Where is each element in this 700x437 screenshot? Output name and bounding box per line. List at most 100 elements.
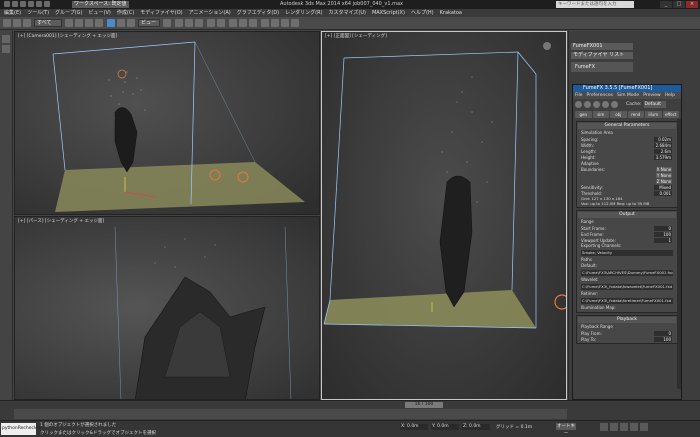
pivot-center-icon[interactable] xyxy=(163,19,171,27)
previous-frame-icon[interactable] xyxy=(610,423,618,431)
layer-manager-icon[interactable] xyxy=(229,19,237,27)
tab-effect[interactable]: effect xyxy=(662,111,679,118)
reference-coordinate-dropdown[interactable]: ビュー xyxy=(138,19,160,27)
preview-icon[interactable] xyxy=(611,101,618,108)
percent-snap-icon[interactable] xyxy=(195,19,203,27)
modifier-stack-item[interactable]: FumeFX xyxy=(571,62,633,72)
scale-icon[interactable] xyxy=(127,19,135,27)
viewport-label[interactable]: [+] [パース] [シェーディング + エッジ面] xyxy=(18,218,104,224)
retimer-sim-icon[interactable] xyxy=(602,101,609,108)
select-object-icon[interactable] xyxy=(65,19,73,27)
material-editor-icon[interactable] xyxy=(261,19,269,27)
y-coordinate[interactable]: Y: 0.0m xyxy=(431,424,459,430)
curve-editor-icon[interactable] xyxy=(239,19,247,27)
menu-views[interactable]: ビュー(V) xyxy=(89,9,111,17)
fumefx-menu-help[interactable]: Help xyxy=(665,92,675,99)
undo-icon[interactable] xyxy=(36,1,42,7)
minimize-icon[interactable]: _ xyxy=(660,1,672,8)
move-icon[interactable] xyxy=(107,19,115,27)
fumefx-scrollbar[interactable] xyxy=(677,119,681,389)
z-coordinate[interactable]: Z: 0.0m xyxy=(462,424,490,430)
front-viewport[interactable]: [+] [正面図] [シェーディング] xyxy=(321,31,567,400)
auto-key-button[interactable]: オートキー xyxy=(556,423,576,436)
viewport-update-input[interactable]: 1 xyxy=(654,237,672,243)
align-icon[interactable] xyxy=(217,19,225,27)
tool-icon[interactable] xyxy=(2,45,10,53)
play-to-input[interactable]: 100 xyxy=(654,336,672,342)
unlink-icon[interactable] xyxy=(13,19,21,27)
menu-krakatoa[interactable]: Krakatoa xyxy=(440,9,462,17)
tab-sim[interactable]: sim xyxy=(592,111,609,118)
tab-rend[interactable]: rend xyxy=(627,111,644,118)
snap-icon[interactable] xyxy=(175,19,183,27)
app-menu-icon[interactable] xyxy=(4,1,10,7)
viewport-label[interactable]: [+] [正面図] [シェーディング] xyxy=(325,33,387,39)
viewport-label[interactable]: [+] [Camera001] [シェーディング + エッジ面] xyxy=(18,33,117,39)
tab-gen[interactable]: gen xyxy=(575,111,592,118)
length-input[interactable]: 2.6m xyxy=(654,148,672,154)
x-coordinate[interactable]: X: 0.0m xyxy=(400,424,428,430)
workspace-dropdown[interactable]: ワークスペース: 既定値 xyxy=(72,1,129,8)
play-icon[interactable] xyxy=(620,423,628,431)
end-frame-input[interactable]: 100 xyxy=(654,231,672,237)
fumefx-menu-preferences[interactable]: Preferences xyxy=(587,92,613,99)
fumefx-menu-file[interactable]: File xyxy=(575,92,583,99)
schematic-view-icon[interactable] xyxy=(249,19,257,27)
new-file-icon[interactable] xyxy=(12,1,18,7)
mirror-icon[interactable] xyxy=(207,19,215,27)
link-icon[interactable] xyxy=(3,19,11,27)
boundary-z-button[interactable]: Z None xyxy=(656,178,672,184)
menu-create[interactable]: 作成(C) xyxy=(117,9,134,17)
retimer-path-field[interactable]: C:\Fume\FX3\_fxdata\fxretimer\FumeFX001.… xyxy=(581,298,673,304)
menu-help[interactable]: ヘルプ(H) xyxy=(411,9,434,17)
go-to-start-icon[interactable] xyxy=(600,423,608,431)
continue-sim-icon[interactable] xyxy=(584,101,591,108)
menu-animation[interactable]: アニメーション(A) xyxy=(189,9,231,17)
render-setup-icon[interactable] xyxy=(271,19,279,27)
boundary-y-button[interactable]: Y None xyxy=(656,172,672,178)
wavelet-sim-icon[interactable] xyxy=(593,101,600,108)
redo-icon[interactable] xyxy=(44,1,50,7)
modifier-list-dropdown[interactable]: モディファイヤ リスト xyxy=(571,52,633,59)
maximize-icon[interactable]: □ xyxy=(673,1,685,8)
go-to-end-icon[interactable] xyxy=(640,423,648,431)
adaptive-checkbox[interactable]: Adaptive xyxy=(578,161,676,166)
start-sim-icon[interactable] xyxy=(575,101,582,108)
tool-icon[interactable] xyxy=(2,35,10,43)
threshold-input[interactable]: 0.001 xyxy=(654,190,672,196)
rendered-frame-icon[interactable] xyxy=(281,19,289,27)
rectangle-selection-icon[interactable] xyxy=(85,19,93,27)
perspective-viewport[interactable]: [+] [パース] [シェーディング + エッジ面] xyxy=(14,216,320,400)
search-input[interactable]: キーワードまたは語句を入力 xyxy=(556,1,634,8)
menu-maxscript[interactable]: MAXScript(X) xyxy=(372,9,405,17)
open-file-icon[interactable] xyxy=(20,1,26,7)
rollout-header[interactable]: Playback xyxy=(578,317,676,323)
window-crossing-icon[interactable] xyxy=(95,19,103,27)
fumefx-menu-preview[interactable]: Preview xyxy=(643,92,661,99)
angle-snap-icon[interactable] xyxy=(185,19,193,27)
tab-obj[interactable]: obj xyxy=(610,111,627,118)
object-name-field[interactable]: FumeFX001 xyxy=(571,43,633,50)
rotate-icon[interactable] xyxy=(117,19,125,27)
menu-graph-editors[interactable]: グラフエディタ(D) xyxy=(237,9,279,17)
width-input[interactable]: 2.684m xyxy=(654,142,672,148)
menu-edit[interactable]: 編集(E) xyxy=(4,9,21,17)
maxscript-listener[interactable]: pythonRecheck.e xyxy=(1,423,41,435)
cache-dropdown[interactable]: Default xyxy=(643,101,666,108)
save-icon[interactable] xyxy=(28,1,34,7)
boundary-x-button[interactable]: X None xyxy=(656,166,672,172)
render-icon[interactable] xyxy=(291,19,299,27)
height-input[interactable]: 3.579m xyxy=(654,154,672,160)
menu-rendering[interactable]: レンダリング(R) xyxy=(285,9,322,17)
rollout-header[interactable]: General Parameters xyxy=(578,123,676,129)
spacing-input[interactable]: 0.02m xyxy=(654,136,672,142)
next-frame-icon[interactable] xyxy=(630,423,638,431)
fumefx-title-bar[interactable]: FumeFX 3.5.5 [FumeFX001] xyxy=(573,85,681,92)
menu-group[interactable]: グループ(G) xyxy=(55,9,82,17)
start-frame-input[interactable]: 0 xyxy=(654,225,672,231)
exporting-channels-field[interactable]: Smoke, Velocity xyxy=(581,250,673,256)
rollout-header[interactable]: Output xyxy=(578,212,676,218)
play-from-input[interactable]: 0 xyxy=(654,330,672,336)
selection-filter-dropdown[interactable]: すべて xyxy=(34,19,62,27)
bind-spacewarp-icon[interactable] xyxy=(23,19,31,27)
